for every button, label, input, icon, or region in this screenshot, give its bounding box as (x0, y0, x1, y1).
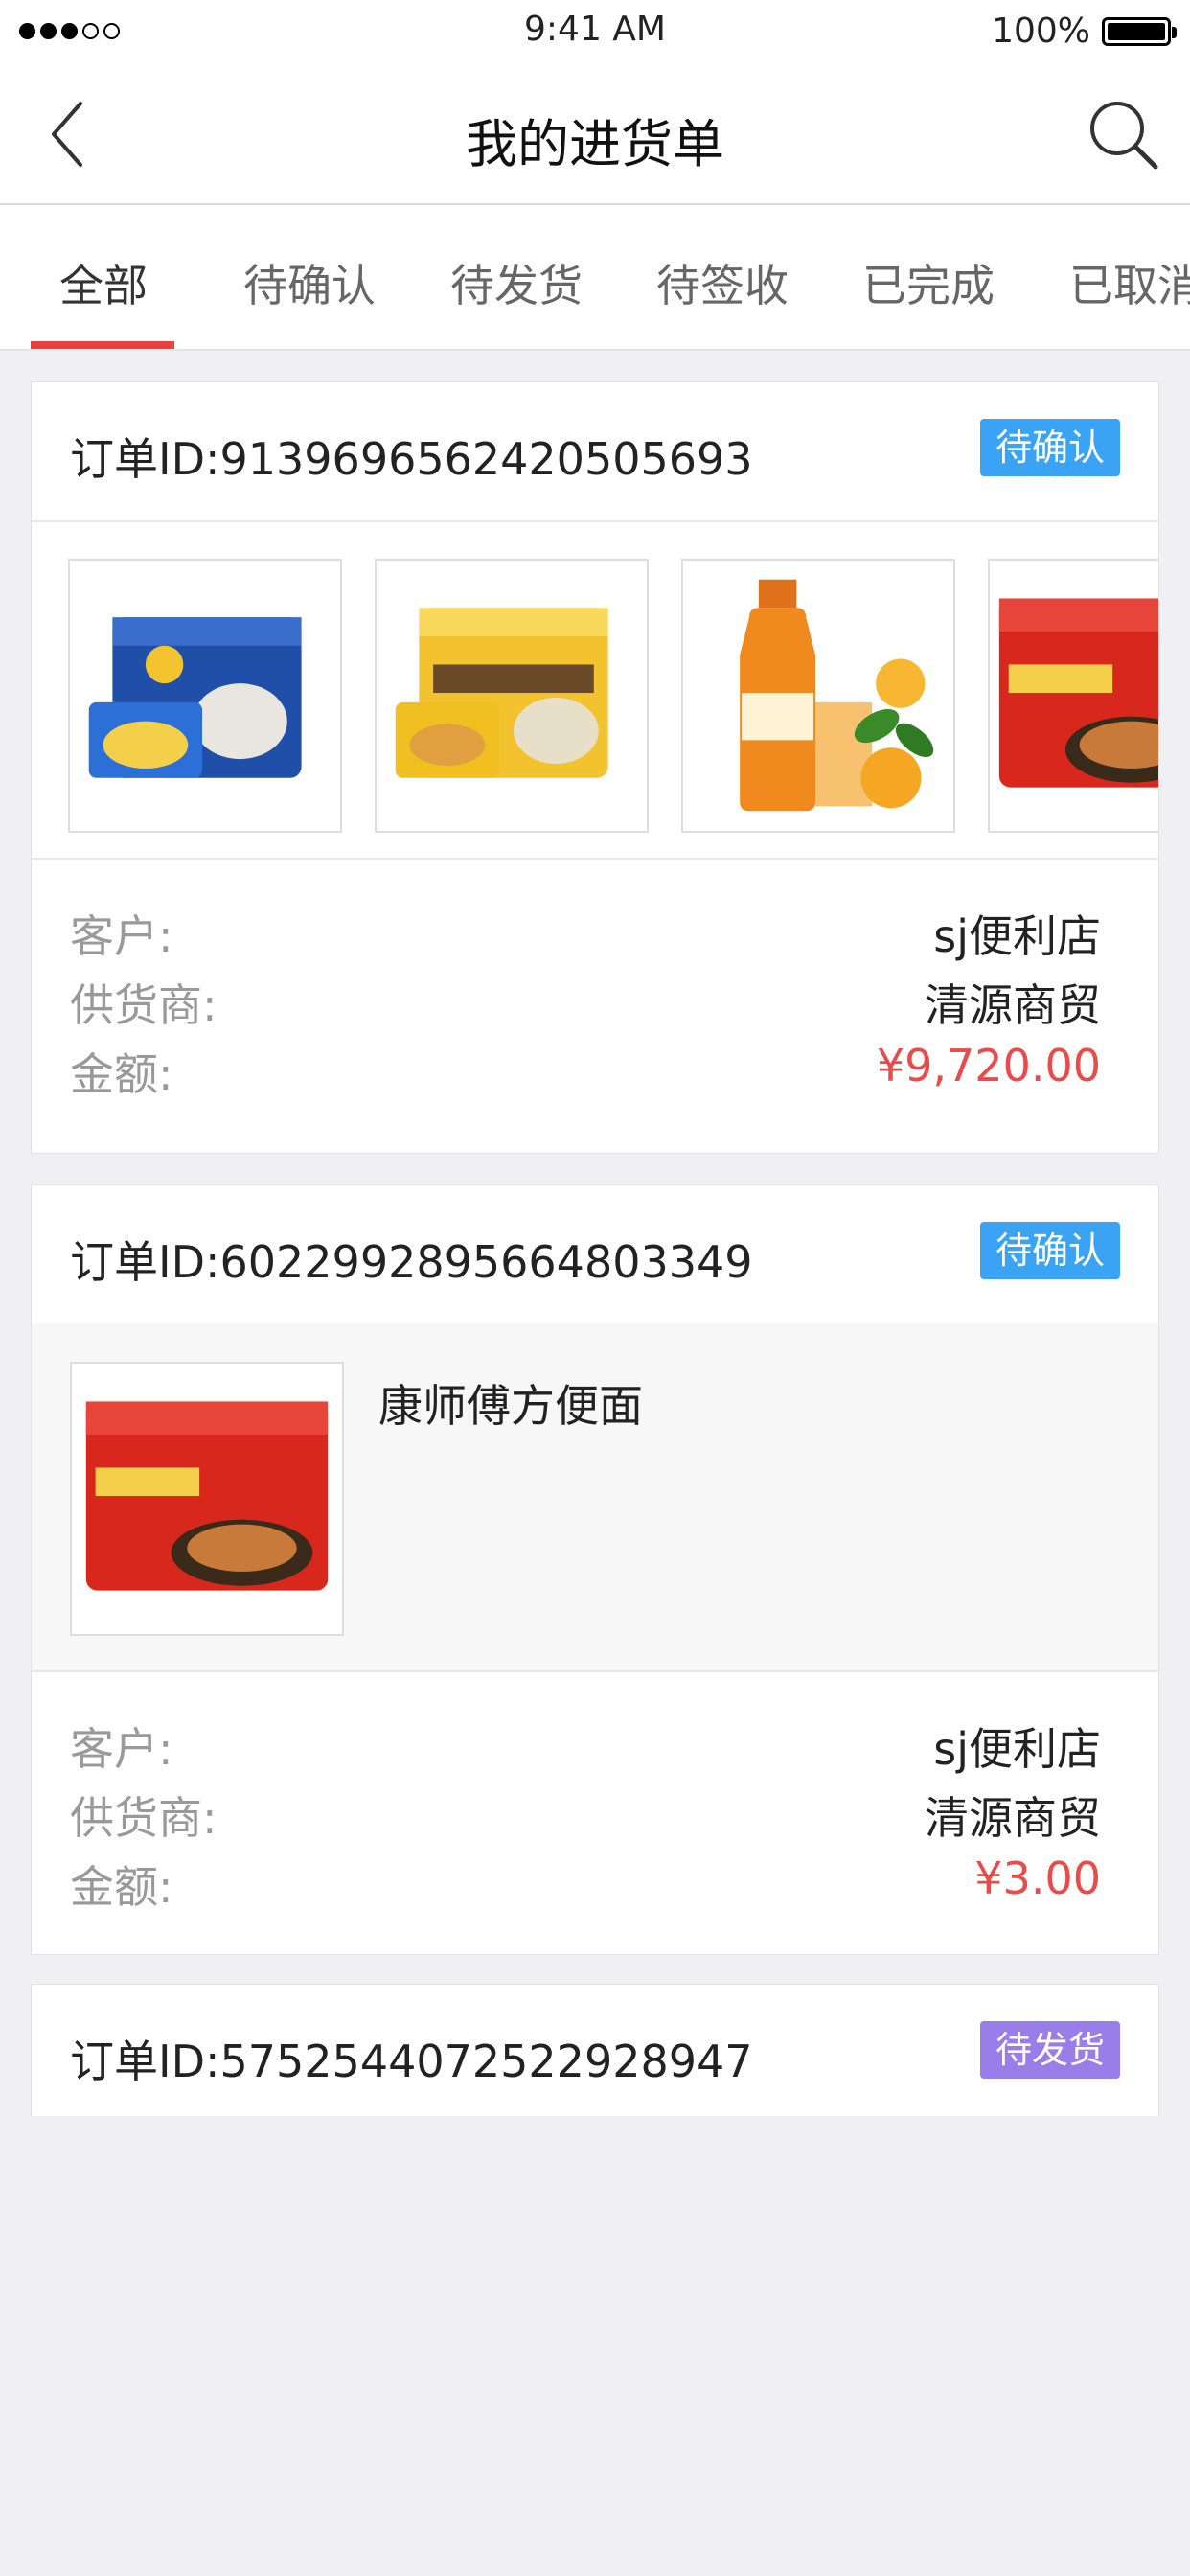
tab-pending-ship[interactable]: 待发货 (450, 251, 583, 314)
tab-cancelled[interactable]: 已取消 (1069, 251, 1190, 314)
supplier-label: 供货商: (70, 979, 217, 1031)
status-bar: 9:41 AM 100% (0, 0, 1190, 67)
order-id: 订单ID:6022992895664803349 (70, 1236, 753, 1288)
amount-row: 金额: ¥9,720.00 (70, 1040, 1101, 1101)
product-row[interactable]: 康师傅方便面 (32, 1323, 1158, 1672)
amount-row: 金额: ¥3.00 (70, 1852, 1101, 1914)
customer-row: 客户: sj便利店 (70, 902, 1101, 963)
noodle-pack-icon (85, 1401, 329, 1591)
customer-row: 客户: sj便利店 (70, 1714, 1101, 1776)
tab-all[interactable]: 全部 (59, 251, 148, 314)
order-header: 订单ID:9139696562420505693 待确认 (32, 382, 1158, 522)
order-info: 客户: sj便利店 供货商: 清源商贸 金额: ¥9,720.00 (32, 860, 1158, 1147)
order-header: 订单ID:6022992895664803349 待确认 (32, 1185, 1158, 1323)
order-card[interactable]: 订单ID:9139696562420505693 待确认 客户: sj便利店 供… (31, 381, 1159, 1154)
juice-bottle-icon (740, 579, 934, 812)
order-info: 客户: sj便利店 供货商: 清源商贸 金额: ¥3.00 (32, 1672, 1158, 1960)
noodle-pack-icon (88, 617, 302, 778)
search-icon[interactable] (1085, 96, 1161, 172)
noodle-pack-icon (998, 598, 1158, 788)
nav-bar: 我的进货单 (0, 67, 1190, 205)
customer-value: sj便利店 (933, 1723, 1101, 1775)
order-card[interactable]: 订单ID:5752544072522928947 待发货 (31, 1984, 1159, 2116)
product-name: 康师傅方便面 (378, 1380, 643, 1432)
customer-label: 客户: (70, 1723, 173, 1775)
amount-label: 金额: (70, 1048, 173, 1100)
status-badge: 待确认 (979, 1222, 1120, 1279)
tab-pending-receipt[interactable]: 待签收 (656, 251, 789, 314)
customer-value: sj便利店 (933, 910, 1101, 962)
battery-icon (1102, 16, 1177, 46)
active-tab-indicator (31, 341, 174, 349)
order-id: 订单ID:9139696562420505693 (70, 433, 753, 485)
status-tabs: 全部 待确认 待发货 待签收 已完成 已取消 (0, 205, 1190, 351)
tab-pending-confirm[interactable]: 待确认 (243, 251, 376, 314)
battery-percent: 100% (992, 12, 1090, 51)
product-thumbnail[interactable] (70, 1362, 344, 1636)
product-thumbnails[interactable] (32, 522, 1158, 860)
supplier-row: 供货商: 清源商贸 (70, 971, 1101, 1032)
product-thumbnail[interactable] (681, 559, 955, 833)
product-thumbnail[interactable] (68, 559, 342, 833)
status-badge: 待发货 (979, 2021, 1120, 2079)
order-header: 订单ID:5752544072522928947 待发货 (32, 1985, 1158, 2123)
battery-indicator: 100% (992, 12, 1177, 51)
amount-value: ¥3.00 (974, 1852, 1101, 1904)
page-title: 我的进货单 (466, 114, 724, 174)
product-thumbnail[interactable] (375, 559, 649, 833)
order-card[interactable]: 订单ID:6022992895664803349 待确认 康师傅方便面 客户: … (31, 1184, 1159, 1955)
supplier-value: 清源商贸 (925, 979, 1101, 1031)
supplier-value: 清源商贸 (925, 1792, 1101, 1844)
supplier-label: 供货商: (70, 1792, 217, 1844)
tab-completed[interactable]: 已完成 (862, 251, 995, 314)
amount-label: 金额: (70, 1861, 173, 1913)
status-badge: 待确认 (979, 419, 1120, 476)
customer-label: 客户: (70, 910, 173, 962)
order-id: 订单ID:5752544072522928947 (70, 2036, 753, 2087)
product-thumbnail[interactable] (988, 559, 1158, 833)
supplier-row: 供货商: 清源商贸 (70, 1783, 1101, 1845)
amount-value: ¥9,720.00 (876, 1040, 1101, 1092)
noodle-pack-icon (395, 608, 608, 778)
